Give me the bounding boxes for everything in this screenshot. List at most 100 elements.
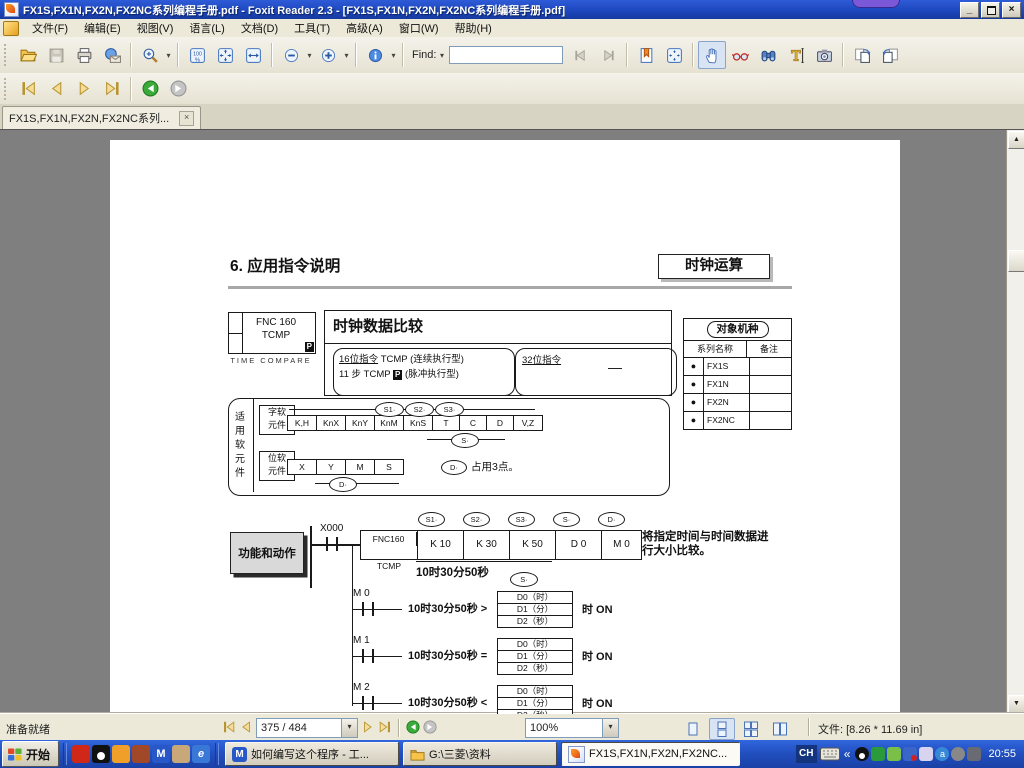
operand-oval-s3: S3· [435,402,464,417]
print-button[interactable] [70,41,98,69]
title-bar[interactable]: FX1S,FX1N,FX2N,FX2NC系列编程手册.pdf - Foxit R… [0,0,1024,19]
tray-audio-icon[interactable]: a [935,747,949,761]
menu-file[interactable]: 文件(F) [24,18,76,38]
next-page-button[interactable] [70,75,98,103]
rotate-right-button[interactable] [848,41,876,69]
taskbar-task-browser[interactable]: M 如何编写这个程序 - 工... [225,742,399,766]
minimize-button[interactable]: _ [960,2,979,18]
actual-size-button[interactable]: 100% [183,41,211,69]
taskbar-task-foxit[interactable]: FX1S,FX1N,FX2N,FX2NC... [561,742,740,766]
zoom-out-button[interactable] [277,41,305,69]
menu-tools[interactable]: 工具(T) [286,18,338,38]
snapshot-button[interactable] [810,41,838,69]
save-button[interactable] [42,41,70,69]
zoom-out-dropdown[interactable]: ▾ [305,51,314,60]
qq-icon[interactable] [92,745,110,763]
menu-document[interactable]: 文档(D) [233,18,286,38]
instruction-head-box: 时钟数据比较 16位指令 TCMP (连续执行型) 11 步 TCMP P (脉… [324,310,672,396]
continuous-view-button[interactable] [709,718,735,740]
tray-network-error-icon[interactable] [903,747,917,761]
dropdown-icon[interactable]: ▾ [341,719,357,737]
document-view[interactable]: 6. 应用指令说明 时钟运算 FNC 160 TCMP P TIME COMPA… [0,129,1024,714]
comparison-result: 时 ON [582,695,613,711]
zoom-tool-button[interactable] [136,41,164,69]
taskbar-task-folder[interactable]: G:\三菱\资料 [403,742,557,766]
find-input[interactable] [449,46,563,64]
fullscreen-button[interactable] [660,41,688,69]
instruction-description-line2: 行大小比较。 [642,542,711,558]
tray-qq-icon[interactable] [855,747,869,761]
go-forward-button[interactable] [423,720,437,737]
dropdown-icon[interactable]: ▾ [602,719,618,737]
go-back-button[interactable] [406,720,420,737]
ie-icon[interactable]: e [192,745,210,763]
fit-page-button[interactable] [211,41,239,69]
text-viewer-button[interactable] [782,41,810,69]
menu-advanced[interactable]: 高级(A) [338,18,391,38]
close-button[interactable]: × [1002,2,1021,18]
continuous-facing-view-button[interactable] [767,718,793,740]
menu-help[interactable]: 帮助(H) [447,18,500,38]
bookmark-button[interactable] [632,41,660,69]
tray-chip-icon[interactable] [967,747,981,761]
bit-device-row: XYMS [287,459,404,475]
zoom-level-combo[interactable]: 100% ▾ [525,718,619,738]
reader-icon[interactable] [132,745,150,763]
messenger-icon[interactable] [172,745,190,763]
single-page-view-button[interactable] [680,718,706,740]
go-forward-button[interactable] [164,75,192,103]
duck-icon[interactable] [112,745,130,763]
language-indicator[interactable]: CH [796,745,817,763]
svg-text:%: % [194,57,199,63]
tray-volume-icon[interactable] [951,747,965,761]
info-button[interactable] [361,41,389,69]
select-text-tool-button[interactable] [726,41,754,69]
thunder-icon[interactable] [72,745,90,763]
tray-ime-icon[interactable] [919,747,933,761]
page-number-combo[interactable]: 375 / 484 ▾ [256,718,358,738]
zoom-tool-dropdown[interactable]: ▾ [164,51,173,60]
tray-green-icon[interactable] [871,747,885,761]
tray-expand-icon[interactable]: « [844,747,851,761]
page-section-title: 6. 应用指令说明 [230,254,340,276]
previous-page-button[interactable] [42,75,70,103]
info-dropdown[interactable]: ▾ [389,51,398,60]
email-button[interactable] [98,41,126,69]
go-back-button[interactable] [136,75,164,103]
scroll-thumb[interactable] [1008,250,1024,272]
rotate-left-button[interactable] [876,41,904,69]
menu-language[interactable]: 语言(L) [181,18,232,38]
background-window-fragment [852,0,900,8]
devices-box: 适用软元件 字软元件 S1· S2· S3· K,HKnXKnYKnMKnSTC… [228,398,670,496]
facing-view-button[interactable] [738,718,764,740]
maxthon-icon[interactable]: M [152,745,170,763]
document-tab[interactable]: FX1S,FX1N,FX2N,FX2NC系列... × [2,106,201,129]
zoom-in-button[interactable] [314,41,342,69]
search-button[interactable] [754,41,782,69]
menu-window[interactable]: 窗口(W) [391,18,447,38]
scroll-down-button[interactable]: ▼ [1008,695,1024,713]
open-button[interactable] [14,41,42,69]
ladder-m-contact-label: M 1 [353,635,370,646]
scroll-up-button[interactable]: ▲ [1008,131,1024,149]
tray-shield-icon[interactable] [887,747,901,761]
restore-button[interactable] [981,2,1000,18]
first-page-button[interactable] [222,720,236,737]
zoom-in-dropdown[interactable]: ▾ [342,51,351,60]
fit-width-button[interactable] [239,41,267,69]
last-page-button[interactable] [98,75,126,103]
menu-view[interactable]: 视图(V) [129,18,182,38]
find-next-button[interactable] [594,41,622,69]
menu-edit[interactable]: 编辑(E) [76,18,129,38]
tab-close-icon[interactable]: × [179,111,194,126]
first-page-button[interactable] [14,75,42,103]
vertical-scrollbar[interactable]: ▲ ▼ [1006,130,1024,714]
find-dropdown[interactable]: ▾ [437,51,446,60]
hand-tool-button[interactable] [698,41,726,69]
next-page-button[interactable] [361,720,375,737]
previous-page-button[interactable] [239,720,253,737]
start-button[interactable]: 开始 [2,741,59,767]
last-page-button[interactable] [378,720,392,737]
find-previous-button[interactable] [566,41,594,69]
keyboard-icon[interactable] [820,747,840,761]
